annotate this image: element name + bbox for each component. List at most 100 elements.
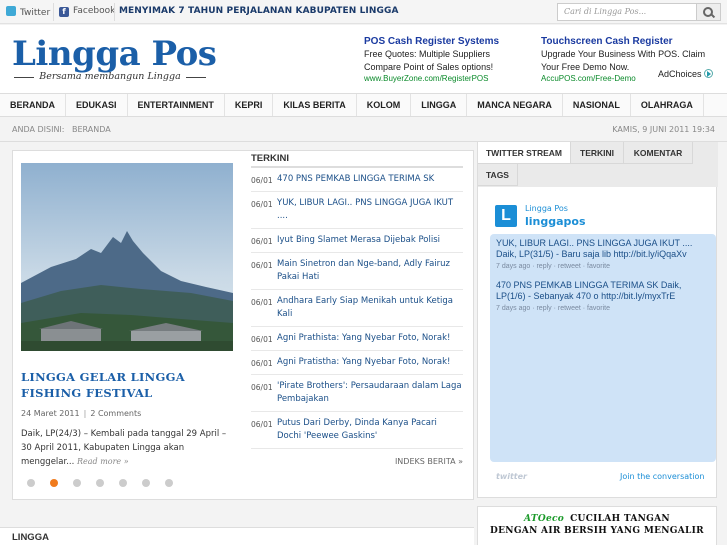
list-item[interactable]: 06/01 Main Sinetron dan Nge-band, Adly Fa… [251,253,463,290]
featured-slider: LINGGA GELAR LINGGA FISHING FESTIVAL 24 … [21,163,233,487]
tweet-meta[interactable]: 7 days ago · reply · retweet · favorite [496,261,710,272]
twitter-name[interactable]: Lingga Pos [525,204,568,213]
meta-separator: | [83,409,87,418]
list-item[interactable]: 06/01 470 PNS PEMKAB LINGGA TERIMA SK [251,168,463,192]
site-logo[interactable]: Lingga Pos [12,34,217,74]
facebook-link[interactable]: f Facebook [59,6,115,17]
nav-item-manca-negara[interactable]: MANCA NEGARA [467,94,563,116]
list-item[interactable]: 06/01 Iyut Bing Slamet Merasa Dijebak Pol… [251,229,463,253]
list-item[interactable]: 06/01 Andhara Early Siap Menikah untuk Ke… [251,290,463,327]
item-title[interactable]: Main Sinetron dan Nge-band, Adly Fairuz … [277,258,463,284]
search-input[interactable]: Cari di Lingga Pos... [557,3,697,21]
adchoices-label: AdChoices [658,69,702,79]
read-more-link[interactable]: Read more » [77,457,129,466]
breadcrumb-home-link[interactable]: BERANDA [72,125,111,134]
ad-title[interactable]: POS Cash Register Systems [364,36,528,47]
join-conversation-link[interactable]: Join the conversation [620,472,704,481]
featured-meta: 24 Maret 2011 | 2 Comments [21,409,141,418]
nav-item-olahraga[interactable]: OLAHRAGA [631,94,704,116]
main-nav: BERANDA EDUKASI ENTERTAINMENT KEPRI KILA… [0,93,727,117]
slider-dot[interactable] [142,479,150,487]
list-item[interactable]: 06/01 'Pirate Brothers': Persaudaraan dal… [251,375,463,412]
divider [114,3,115,21]
divider [53,3,54,21]
slider-dot[interactable] [73,479,81,487]
tab-komentar[interactable]: KOMENTAR [624,142,693,164]
slider-dot[interactable] [165,479,173,487]
tweet[interactable]: YUK, LIBUR LAGI.. PNS LINGGA JUGA IKUT .… [496,238,710,272]
adchoices-link[interactable]: AdChoices [658,69,713,79]
slider-dot-active[interactable] [50,479,58,487]
nav-item-beranda[interactable]: BERANDA [0,94,66,116]
tab-twitter-stream[interactable]: TWITTER STREAM [478,142,571,164]
slider-dot[interactable] [27,479,35,487]
slider-dot[interactable] [96,479,104,487]
item-date: 06/01 [251,237,273,246]
tab-terkini[interactable]: TERKINI [571,142,624,164]
item-date: 06/01 [251,298,273,307]
item-title[interactable]: YUK, LIBUR LAGI.. PNS LINGGA JUGA IKUT .… [277,197,463,223]
ad-title[interactable]: Touchscreen Cash Register [541,36,713,47]
nav-item-nasional[interactable]: NASIONAL [563,94,631,116]
item-title[interactable]: Agni Prathista: Yang Nyebar Foto, Norak! [277,332,463,345]
banner-ad[interactable]: ATOeco CUCILAH TANGAN DENGAN AIR BERSIH Y… [477,506,717,545]
nav-item-lingga[interactable]: LINGGA [411,94,468,116]
item-date: 06/01 [251,335,273,344]
item-title[interactable]: 470 PNS PEMKAB LINGGA TERIMA SK [277,173,463,186]
nav-item-entertainment[interactable]: ENTERTAINMENT [128,94,225,116]
ad-block-1[interactable]: POS Cash Register Systems Free Quotes: M… [364,36,528,83]
section-heading-bar: LINGGA [0,527,474,545]
slider-dot[interactable] [119,479,127,487]
item-title[interactable]: Putus Dari Derby, Dinda Kanya Pacari Doc… [277,417,463,443]
ad-url[interactable]: www.BuyerZone.com/RegisterPOS [364,74,528,83]
nav-item-kolom[interactable]: KOLOM [357,94,412,116]
nav-item-edukasi[interactable]: EDUKASI [66,94,128,116]
tweet-stream[interactable]: YUK, LIBUR LAGI.. PNS LINGGA JUGA IKUT .… [490,234,716,462]
section-title: LINGGA [12,532,49,543]
tweet[interactable]: 470 PNS PEMKAB LINGGA TERIMA SK Daik, LP… [496,280,710,314]
item-title[interactable]: Andhara Early Siap Menikah untuk Ketiga … [277,295,463,321]
adchoices-icon [703,69,713,78]
tweet-meta[interactable]: 7 days ago · reply · retweet · favorite [496,303,710,314]
banner-text-1: CUCILAH TANGAN [570,514,670,524]
ad-text: Free Quotes: Multiple Suppliers Compare … [364,49,494,72]
list-item[interactable]: 06/01 Putus Dari Derby, Dinda Kanya Pacar… [251,412,463,449]
latest-news: TERKINI 06/01 470 PNS PEMKAB LINGGA TERIM… [251,151,463,466]
list-item[interactable]: 06/01 YUK, LIBUR LAGI.. PNS LINGGA JUGA I… [251,192,463,229]
twitter-link[interactable]: Twitter [6,6,50,18]
nav-item-kepri[interactable]: KEPRI [225,94,274,116]
banner-line-1: ATOeco CUCILAH TANGAN [478,514,716,524]
item-title[interactable]: Iyut Bing Slamet Merasa Dijebak Polisi [277,234,463,247]
nav-item-kilas-berita[interactable]: KILAS BERITA [273,94,357,116]
featured-title[interactable]: LINGGA GELAR LINGGA FISHING FESTIVAL [21,369,233,401]
tweet-text[interactable]: 470 PNS PEMKAB LINGGA TERIMA SK Daik, LP… [496,280,681,301]
featured-excerpt: Daik, LP(24/3) – Kembali pada tanggal 29… [21,427,233,469]
sidebar-widget: TWITTER STREAM TERKINI KOMENTAR TAGS L L… [477,142,718,498]
featured-comments-link[interactable]: 2 Comments [90,409,141,418]
facebook-icon: f [59,7,69,17]
twitter-avatar-icon[interactable]: L [495,205,517,227]
search-button[interactable] [697,3,721,21]
item-title[interactable]: 'Pirate Brothers': Persaudaraan dalam La… [277,380,463,406]
featured-date: 24 Maret 2011 [21,409,80,418]
current-date: KAMIS, 9 JUNI 2011 19:34 [612,125,715,134]
tweet-text[interactable]: YUK, LIBUR LAGI.. PNS LINGGA JUGA IKUT .… [496,238,692,259]
slider-dots [27,479,188,487]
sidebar-tabs: TWITTER STREAM TERKINI KOMENTAR TAGS [478,142,718,187]
list-item[interactable]: 06/01 Agni Prathista: Yang Nyebar Foto, N… [251,327,463,351]
site-tagline: Bersama membangun Lingga [14,71,206,82]
twitter-handle[interactable]: linggapos [525,215,586,228]
banner-brand: ATOeco [524,514,565,524]
list-item[interactable]: 06/01 Agni Pratistha: Yang Nyebar Foto, N… [251,351,463,375]
top-bar: Twitter f Facebook MENYIMAK 7 TAHUN PERJA… [0,0,727,24]
item-date: 06/01 [251,176,273,185]
item-title[interactable]: Agni Pratistha: Yang Nyebar Foto, Norak! [277,356,463,369]
featured-image[interactable] [21,163,233,351]
site-header: Lingga Pos Bersama membangun Lingga POS … [0,25,727,93]
twitter-icon [6,6,16,16]
news-ticker[interactable]: MENYIMAK 7 TAHUN PERJALANAN KABUPATEN LI… [119,6,399,16]
latest-heading: TERKINI [251,151,463,168]
item-date: 06/01 [251,420,273,429]
tab-tags[interactable]: TAGS [478,164,518,186]
news-index-link[interactable]: INDEKS BERITA » [251,457,463,466]
